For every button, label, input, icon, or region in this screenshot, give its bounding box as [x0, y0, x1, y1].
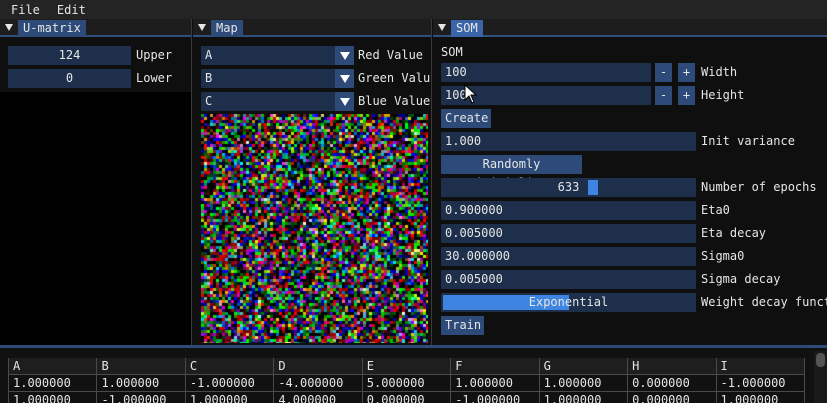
data-table: A B C D E F G H I 1.000000 1.000000 -1.0… — [7, 358, 805, 403]
mouse-cursor-icon — [464, 84, 478, 104]
som-map-image — [201, 114, 428, 343]
blue-value-combo[interactable]: C — [201, 92, 354, 111]
sigma-decay-label: Sigma decay — [701, 272, 781, 286]
chevron-down-icon — [340, 98, 350, 106]
sigma0-input[interactable]: 30.000000 — [441, 247, 696, 266]
som-tab[interactable]: SOM — [451, 20, 483, 37]
chevron-down-icon — [340, 75, 350, 83]
eta-decay-input[interactable]: 0.005000 — [441, 224, 696, 243]
sigma0-label: Sigma0 — [701, 249, 745, 263]
epochs-slider-grab[interactable] — [588, 180, 598, 195]
table-row: 1.000000 1.000000 -1.000000 -4.000000 5.… — [7, 374, 805, 392]
table-cell: 0.000000 — [627, 391, 717, 403]
table-cell: 1.000000 — [716, 391, 805, 403]
randomly-initialize-button[interactable]: Randomly initialize — [441, 155, 582, 190]
train-button[interactable]: Train — [441, 316, 484, 335]
weight-decay-label: Weight decay function — [701, 295, 827, 309]
epochs-value: 633 — [557, 180, 580, 194]
table-cell: 1.000000 — [450, 374, 540, 392]
collapse-arrow-icon[interactable] — [5, 24, 13, 31]
red-value-dropdown-button[interactable] — [335, 46, 354, 65]
column-header[interactable]: H — [627, 358, 717, 375]
eta0-input[interactable]: 0.900000 — [441, 201, 696, 220]
column-header[interactable]: E — [362, 358, 452, 375]
table-cell: 1.000000 — [539, 391, 629, 403]
red-value-label: Red Value — [358, 48, 424, 62]
height-increment-button[interactable]: + — [678, 86, 695, 105]
sigma-decay-input[interactable]: 0.005000 — [441, 270, 696, 289]
column-header[interactable]: A — [7, 358, 98, 375]
map-titlebar: Map — [193, 19, 431, 37]
table-scrollbar-thumb[interactable] — [816, 353, 825, 367]
chevron-down-icon — [340, 52, 350, 60]
weight-decay-value: Exponential — [528, 295, 609, 309]
init-variance-input[interactable]: 1.000 — [441, 132, 696, 151]
menu-bar: File Edit — [0, 0, 827, 19]
som-section-label: SOM — [441, 45, 463, 59]
table-cell: 1.000000 — [96, 374, 186, 392]
upper-label: Upper — [136, 48, 173, 62]
column-header[interactable]: D — [273, 358, 363, 375]
table-cell: 1.000000 — [539, 374, 629, 392]
eta0-label: Eta0 — [701, 203, 730, 217]
table-cell: -1.000000 — [450, 391, 540, 403]
table-cell: 5.000000 — [362, 374, 452, 392]
column-header[interactable]: I — [716, 358, 805, 375]
data-table-panel: A B C D E F G H I 1.000000 1.000000 -1.0… — [0, 345, 827, 403]
weight-decay-slider[interactable]: Exponential — [441, 293, 696, 312]
red-value-combo[interactable]: A — [201, 46, 354, 65]
create-button[interactable]: Create — [441, 109, 491, 128]
width-input[interactable]: 100 — [441, 63, 651, 82]
map-title[interactable]: Map — [211, 20, 243, 37]
init-variance-label: Init variance — [701, 134, 795, 148]
eta-decay-label: Eta decay — [701, 226, 767, 240]
green-value-combo[interactable]: B — [201, 69, 354, 88]
epochs-label: Number of epochs — [701, 180, 817, 194]
umatrix-titlebar: U-matrix — [0, 19, 191, 37]
table-cell: 1.000000 — [185, 391, 275, 403]
collapse-arrow-icon[interactable] — [198, 24, 206, 31]
som-titlebar: SOM — [433, 19, 827, 37]
menu-edit[interactable]: Edit — [46, 3, 92, 17]
menu-file[interactable]: File — [0, 3, 46, 17]
table-cell: -1.000000 — [716, 374, 805, 392]
lower-label: Lower — [136, 71, 173, 85]
green-value-dropdown-button[interactable] — [335, 69, 354, 88]
blue-value-dropdown-button[interactable] — [335, 92, 354, 111]
umatrix-panel: U-matrix 124 Upper 0 Lower — [0, 19, 192, 345]
umatrix-title[interactable]: U-matrix — [18, 20, 86, 37]
epochs-slider[interactable]: 633 — [441, 178, 696, 197]
height-decrement-button[interactable]: - — [655, 86, 672, 105]
height-label: Height — [701, 88, 745, 102]
red-value-selected: A — [205, 48, 213, 62]
table-cell: -1.000000 — [185, 374, 275, 392]
green-value-label: Green Value — [358, 71, 431, 85]
table-header-row: A B C D E F G H I — [7, 358, 805, 375]
width-label: Width — [701, 65, 738, 79]
table-cell: 0.000000 — [362, 391, 452, 403]
table-cell: 0.000000 — [627, 374, 717, 392]
collapse-arrow-icon[interactable] — [438, 24, 446, 31]
width-decrement-button[interactable]: - — [655, 63, 672, 82]
som-panel: SOM SOM 100 - + Width 100 - + Height Cre… — [433, 19, 827, 345]
table-row: 1.000000 -1.000000 1.000000 4.000000 0.0… — [7, 391, 805, 403]
column-header[interactable]: F — [450, 358, 540, 375]
table-cell: -4.000000 — [273, 374, 363, 392]
umatrix-canvas — [0, 92, 191, 345]
column-header[interactable]: B — [96, 358, 186, 375]
lower-input[interactable]: 0 — [8, 69, 131, 88]
table-scrollbar[interactable] — [814, 351, 827, 403]
column-header[interactable]: C — [185, 358, 275, 375]
upper-input[interactable]: 124 — [8, 46, 131, 65]
green-value-selected: B — [205, 71, 213, 85]
table-cell: 1.000000 — [7, 374, 98, 392]
column-header[interactable]: G — [539, 358, 629, 375]
table-cell: 1.000000 — [7, 391, 98, 403]
width-increment-button[interactable]: + — [678, 63, 695, 82]
table-cell: -1.000000 — [96, 391, 186, 403]
blue-value-selected: C — [205, 94, 213, 108]
table-cell: 4.000000 — [273, 391, 363, 403]
blue-value-label: Blue Value — [358, 94, 431, 108]
